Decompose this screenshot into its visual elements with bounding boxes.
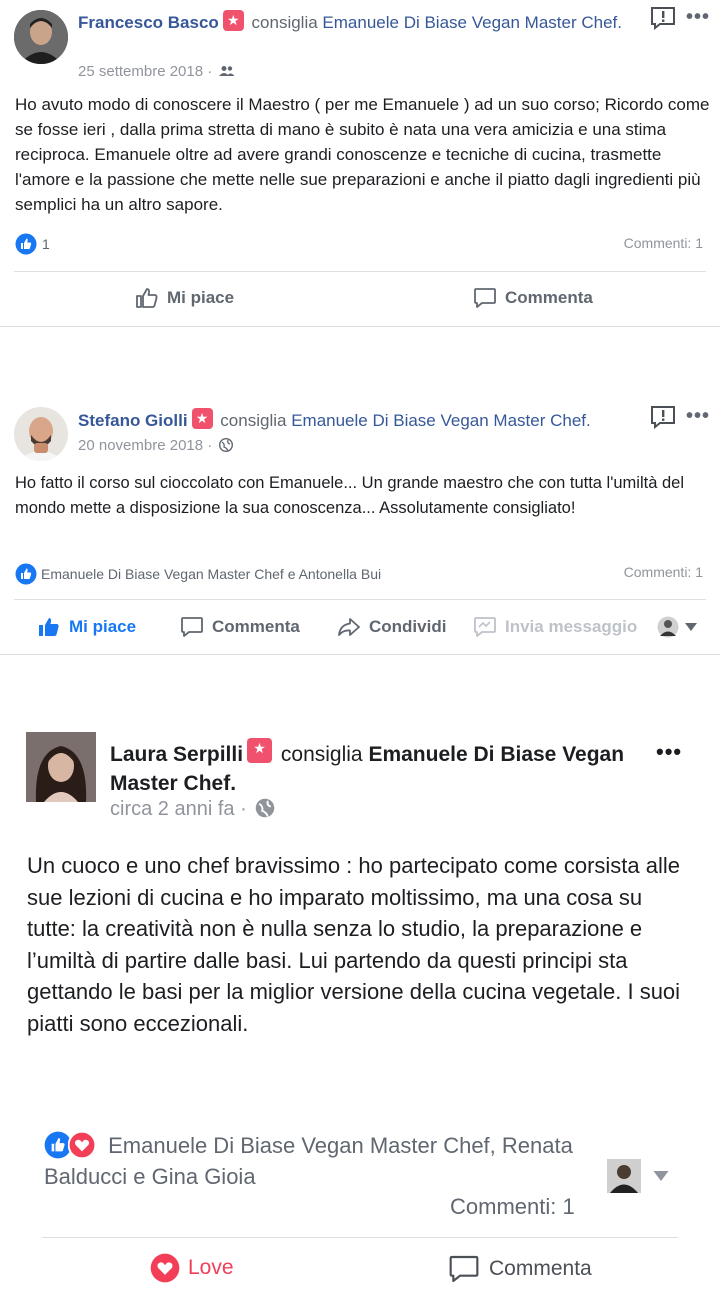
date-text: 25 settembre 2018 · (78, 63, 213, 80)
comments-count[interactable]: Commenti: 1 (624, 235, 703, 251)
like-button[interactable]: Mi piace (135, 286, 234, 310)
like-label: Mi piace (69, 617, 137, 636)
reactions-summary[interactable]: 1 (15, 233, 50, 255)
comment-label: Commenta (212, 617, 300, 636)
divider (14, 271, 706, 272)
send-message-button[interactable]: Invia messaggio (473, 615, 637, 639)
post-header: Laura Serpilli consiglia Emanuele Di Bia… (110, 738, 650, 798)
recommend-verb: consiglia (220, 411, 287, 430)
page-avatar-icon (607, 1159, 641, 1193)
post-date[interactable]: 25 settembre 2018 · (78, 63, 235, 80)
comment-label: Commenta (489, 1257, 592, 1280)
like-label: Mi piace (167, 288, 235, 307)
reaction-count: 1 (42, 236, 50, 252)
share-button[interactable]: Condividi (337, 615, 446, 639)
more-options-icon[interactable]: ••• (686, 405, 710, 428)
share-label: Condividi (369, 617, 447, 636)
reactions-summary[interactable]: Emanuele Di Biase Vegan Master Chef, Ren… (44, 1130, 584, 1192)
send-message-label: Invia messaggio (505, 617, 638, 636)
chevron-down-icon (685, 623, 697, 631)
share-icon (338, 618, 360, 636)
recommend-verb: consiglia (280, 743, 363, 766)
post-body: Un cuoco e uno chef bravissimo : ho part… (27, 853, 681, 1036)
page-link[interactable]: Emanuele Di Biase Vegan Master Chef. (291, 411, 591, 430)
more-options-icon[interactable]: ••• (686, 6, 710, 29)
comment-button[interactable]: Commenta (447, 1253, 592, 1285)
recommendation-icon (222, 10, 244, 31)
globe-icon (219, 437, 234, 453)
comment-icon (181, 617, 203, 637)
divider (42, 1237, 678, 1238)
post-francesco-basco: Francesco Basco consiglia Emanuele Di Bi… (0, 0, 720, 326)
post-as-selector[interactable] (657, 616, 705, 638)
messenger-icon (474, 617, 496, 637)
author-name[interactable]: Laura Serpilli (110, 743, 243, 766)
avatar[interactable] (14, 407, 68, 461)
comment-icon (474, 288, 496, 308)
like-reaction-icon (15, 563, 37, 585)
author-name[interactable]: Stefano Giolli (78, 411, 188, 430)
love-button[interactable]: Love (150, 1253, 234, 1283)
comment-button[interactable]: Commenta (180, 615, 300, 639)
post-date[interactable]: circa 2 anni fa · (110, 798, 275, 821)
like-reaction-icon (15, 233, 37, 255)
reactions-summary[interactable]: Emanuele Di Biase Vegan Master Chef e An… (15, 563, 381, 585)
post-body: Ho fatto il corso sul cioccolato con Ema… (15, 474, 684, 517)
love-label: Love (188, 1256, 234, 1279)
post-as-selector[interactable] (607, 1159, 677, 1193)
comment-icon (449, 1255, 479, 1283)
post-stefano-giolli: Stefano Giolli consiglia Emanuele Di Bia… (0, 326, 720, 654)
avatar[interactable] (14, 10, 68, 64)
reactors-text: Emanuele Di Biase Vegan Master Chef e An… (41, 566, 382, 582)
thumbs-up-icon (136, 288, 158, 308)
reactors-text: Emanuele Di Biase Vegan Master Chef, Ren… (44, 1133, 573, 1189)
post-date[interactable]: 20 novembre 2018 · (78, 437, 234, 454)
recommendation-icon (191, 408, 213, 429)
thumbs-up-filled-icon (39, 618, 59, 636)
divider (14, 599, 706, 600)
avatar[interactable] (26, 732, 96, 802)
friends-icon (219, 66, 235, 76)
page-link[interactable]: Emanuele Di Biase Vegan Master Chef. (322, 13, 622, 32)
post-body: Ho avuto modo di conoscere il Maestro ( … (15, 95, 710, 214)
report-icon[interactable] (650, 405, 676, 435)
post-header: Stefano Giolli consiglia Emanuele Di Bia… (78, 408, 648, 433)
post-laura-serpilli: Laura Serpilli consiglia Emanuele Di Bia… (0, 654, 720, 1299)
author-name[interactable]: Francesco Basco (78, 13, 219, 32)
comment-button[interactable]: Commenta (473, 286, 593, 310)
date-text: 20 novembre 2018 · (78, 437, 213, 454)
globe-icon (256, 798, 275, 818)
chevron-down-icon (653, 1171, 669, 1181)
comments-count[interactable]: Commenti: 1 (450, 1194, 575, 1220)
comments-count[interactable]: Commenti: 1 (624, 564, 703, 580)
date-text: circa 2 anni fa · (110, 798, 247, 820)
post-header: Francesco Basco consiglia Emanuele Di Bi… (78, 10, 638, 35)
recommendation-icon (247, 738, 273, 763)
love-reaction-icon (67, 1130, 97, 1160)
recommend-verb: consiglia (251, 13, 318, 32)
comment-label: Commenta (505, 288, 593, 307)
like-button[interactable]: Mi piace (37, 615, 136, 639)
more-options-icon[interactable]: ••• (656, 739, 682, 765)
report-icon[interactable] (650, 6, 676, 36)
love-icon (150, 1253, 180, 1283)
page-avatar-icon (657, 616, 679, 638)
